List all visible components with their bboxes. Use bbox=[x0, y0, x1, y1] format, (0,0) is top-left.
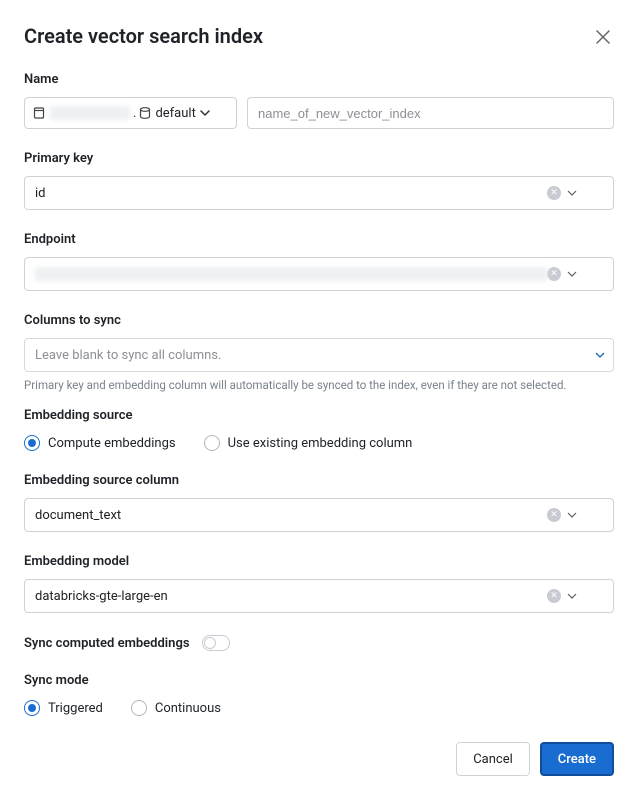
index-name-input[interactable] bbox=[247, 97, 614, 129]
clear-icon[interactable]: ✕ bbox=[547, 186, 561, 200]
source-column-label: Embedding source column bbox=[24, 473, 614, 488]
columns-select[interactable]: Leave blank to sync all columns. bbox=[24, 338, 614, 372]
catalog-schema-selector[interactable]: . default bbox=[24, 97, 237, 129]
create-vector-index-modal: Create vector search index Name . defaul… bbox=[0, 0, 638, 796]
radio-circle-icon bbox=[131, 700, 147, 716]
close-icon bbox=[596, 30, 610, 44]
endpoint-label: Endpoint bbox=[24, 232, 614, 247]
separator-dot: . bbox=[133, 106, 136, 121]
radio-use-existing[interactable]: Use existing embedding column bbox=[204, 435, 413, 451]
primary-key-value: id bbox=[35, 186, 547, 201]
chevron-down-icon bbox=[595, 350, 605, 360]
embedding-model-select[interactable]: databricks-gte-large-en ✕ bbox=[24, 579, 614, 613]
radio-circle-icon bbox=[204, 435, 220, 451]
clear-icon[interactable]: ✕ bbox=[547, 508, 561, 522]
cancel-button[interactable]: Cancel bbox=[456, 742, 530, 776]
clear-icon[interactable]: ✕ bbox=[547, 267, 561, 281]
chevron-down-icon bbox=[567, 591, 577, 601]
source-column-select[interactable]: document_text ✕ bbox=[24, 498, 614, 532]
primary-key-label: Primary key bbox=[24, 151, 614, 166]
endpoint-select[interactable]: ✕ bbox=[24, 257, 614, 291]
chevron-down-icon bbox=[567, 510, 577, 520]
embedding-model-label: Embedding model bbox=[24, 554, 614, 569]
radio-continuous[interactable]: Continuous bbox=[131, 700, 221, 716]
embedding-source-label: Embedding source bbox=[24, 408, 614, 423]
columns-placeholder: Leave blank to sync all columns. bbox=[35, 348, 595, 363]
clear-icon[interactable]: ✕ bbox=[547, 589, 561, 603]
toggle-knob-icon bbox=[204, 637, 216, 649]
schema-name: default bbox=[155, 106, 195, 121]
columns-helper-text: Primary key and embedding column will au… bbox=[24, 378, 614, 392]
sync-computed-label: Sync computed embeddings bbox=[24, 636, 190, 651]
radio-label: Triggered bbox=[48, 701, 103, 716]
catalog-name-redacted bbox=[50, 106, 130, 120]
radio-label: Compute embeddings bbox=[48, 436, 176, 451]
database-icon bbox=[138, 106, 152, 120]
primary-key-select[interactable]: id ✕ bbox=[24, 176, 614, 210]
radio-label: Continuous bbox=[155, 701, 221, 716]
modal-title: Create vector search index bbox=[24, 24, 263, 48]
close-button[interactable] bbox=[592, 26, 614, 48]
create-button[interactable]: Create bbox=[540, 742, 614, 776]
radio-label: Use existing embedding column bbox=[228, 436, 413, 451]
catalog-icon bbox=[33, 106, 47, 120]
chevron-down-icon bbox=[567, 188, 577, 198]
radio-compute-embeddings[interactable]: Compute embeddings bbox=[24, 435, 176, 451]
radio-triggered[interactable]: Triggered bbox=[24, 700, 103, 716]
name-label: Name bbox=[24, 72, 614, 87]
chevron-down-icon bbox=[567, 269, 577, 279]
radio-circle-icon bbox=[24, 435, 40, 451]
sync-computed-toggle[interactable] bbox=[202, 635, 230, 651]
sync-mode-label: Sync mode bbox=[24, 673, 614, 688]
radio-circle-icon bbox=[24, 700, 40, 716]
source-column-value: document_text bbox=[35, 508, 547, 523]
columns-label: Columns to sync bbox=[24, 313, 614, 328]
chevron-down-icon bbox=[200, 108, 210, 118]
endpoint-value-redacted bbox=[35, 267, 547, 281]
embedding-model-value: databricks-gte-large-en bbox=[35, 589, 547, 604]
